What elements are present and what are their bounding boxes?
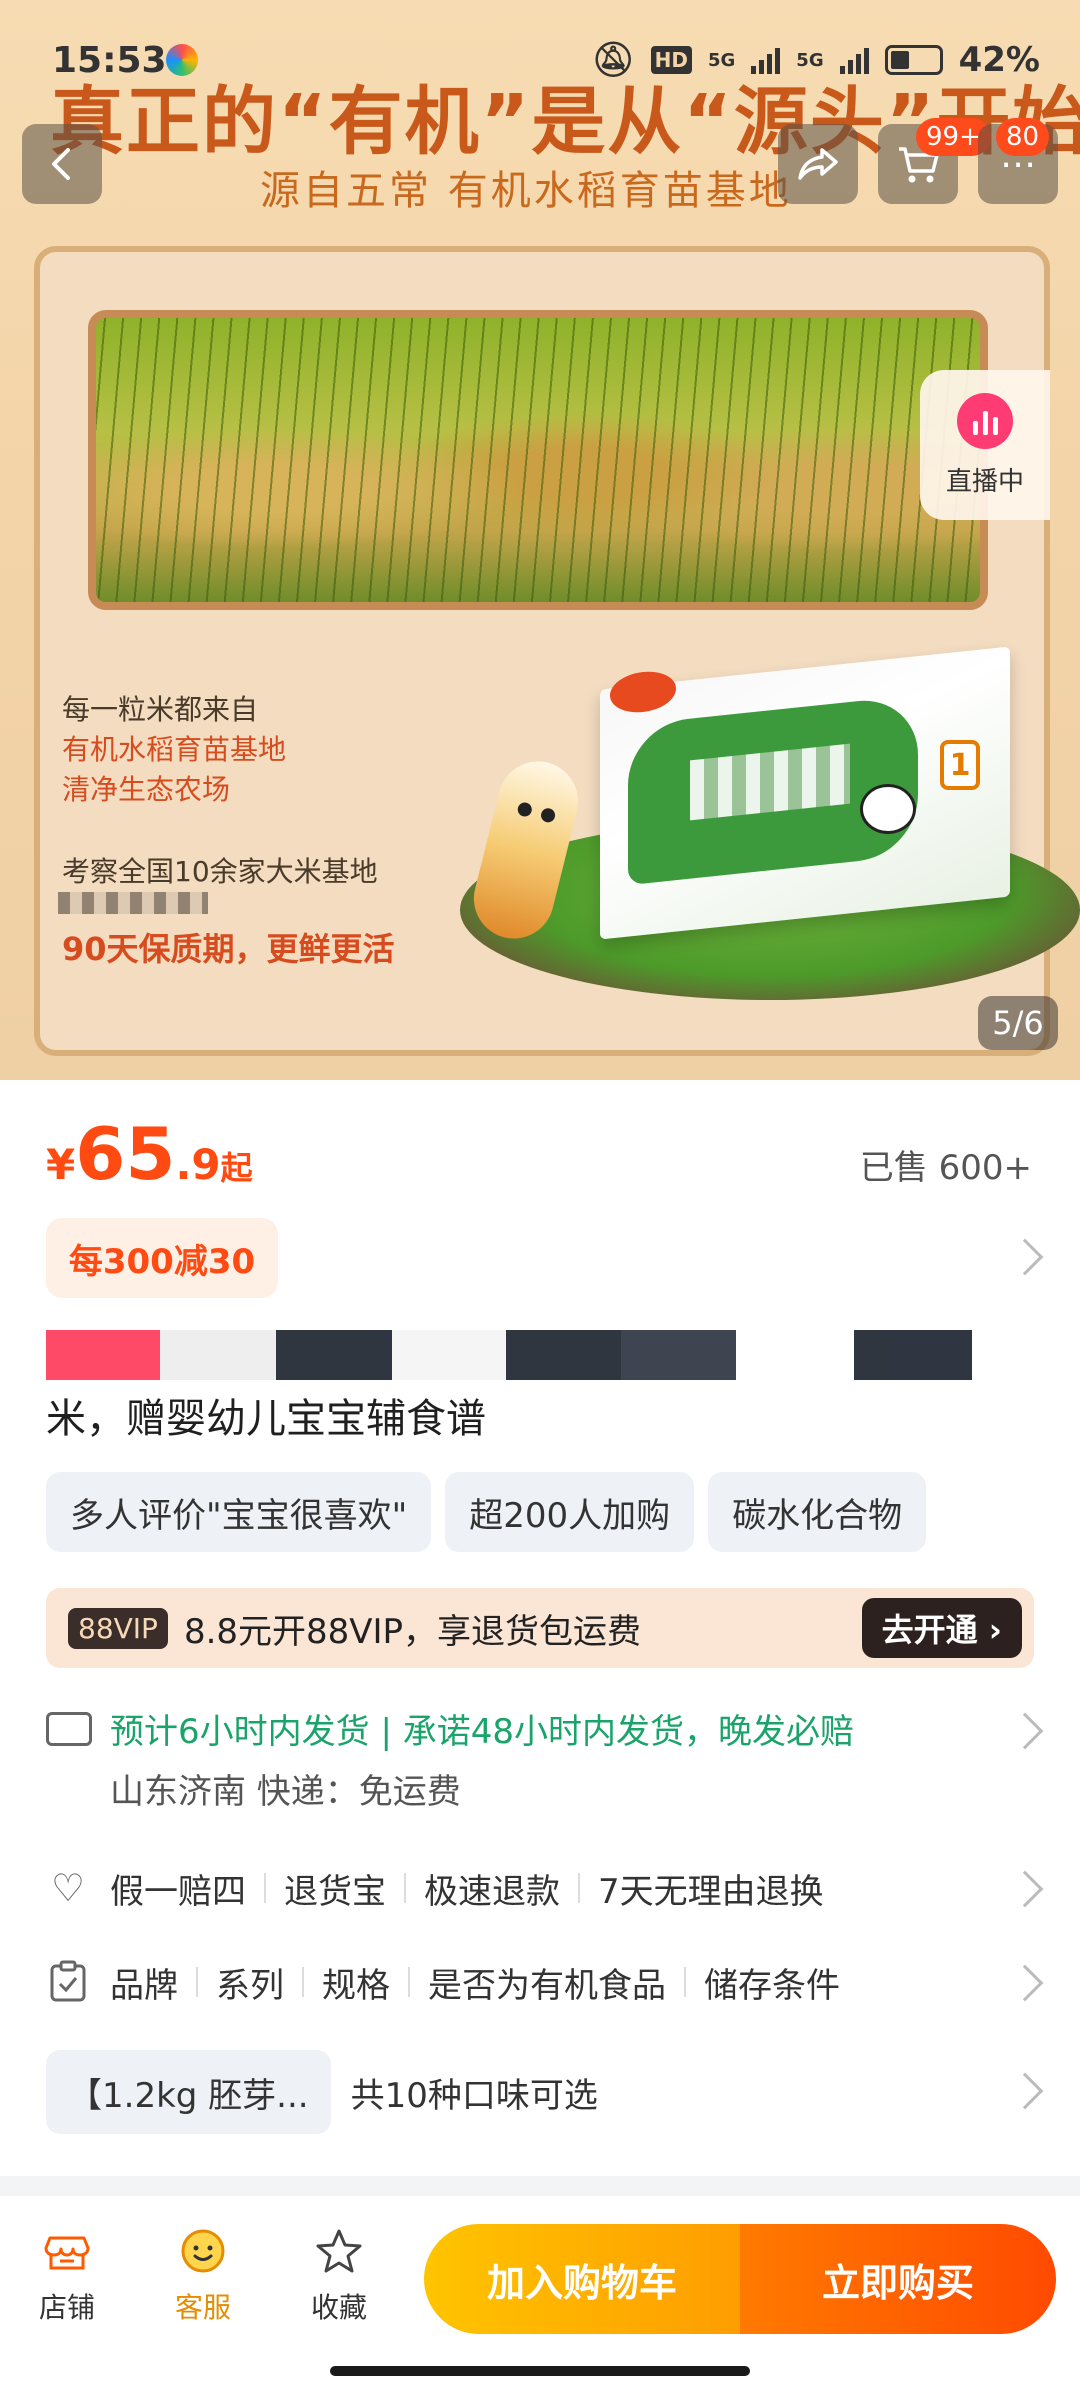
favorite-label: 收藏 (310, 2291, 367, 2324)
service-item: 7天无理由退换 (598, 1871, 824, 1912)
carousel-page-indicator: 5/6 (978, 996, 1058, 1050)
more-button[interactable]: ⋯ 80 (978, 118, 1058, 204)
redacted-text (58, 892, 208, 914)
tag-item[interactable]: 多人评价"宝宝很喜欢" (46, 1472, 432, 1552)
share-button[interactable] (778, 124, 858, 204)
message-count-badge: 80 (996, 118, 1050, 156)
hero-text-4: 考察全国10余家大米基地 (62, 855, 378, 888)
share-icon (798, 148, 838, 180)
favorite-button[interactable]: 收藏 (284, 2226, 394, 2326)
divider (404, 1873, 406, 1903)
shipping-origin: 山东济南 快递：免运费 (110, 1772, 461, 1812)
tag-item[interactable]: 超200人加购 (445, 1472, 695, 1552)
param-item: 系列 (216, 1965, 284, 2006)
review-tags: 多人评价"宝宝很喜欢" 超200人加购 碳水化合物 (46, 1472, 927, 1552)
store-icon (42, 2226, 92, 2276)
vip-banner[interactable]: 88VIP 8.8元开88VIP，享退货包运费 去开通 › (46, 1588, 1034, 1668)
customer-service-button[interactable]: 客服 (148, 2226, 258, 2326)
divider (264, 1873, 266, 1903)
product-detail-page: 15:53 🔕︎ HD 5G 5G 42% 真正的“有机”是从“源头”开始 源自… (0, 0, 1080, 2400)
divider (684, 1967, 686, 1997)
shipping-info[interactable]: 预计6小时内发货 | 承诺48小时内发货，晚发必赔 山东济南 快递：免运费 (46, 1704, 1034, 1824)
service-item: 退货宝 (284, 1871, 386, 1912)
chevron-left-icon (52, 148, 70, 180)
param-item: 规格 (322, 1965, 390, 2006)
hero-text-5: 90天保质期，更鲜更活 (62, 930, 395, 968)
redacted-product-title (46, 1330, 972, 1380)
heart-shield-icon: ♡ (50, 1866, 86, 1910)
cart-button[interactable]: 99+ (878, 118, 991, 204)
param-item: 品牌 (110, 1965, 178, 2006)
divider (302, 1967, 304, 1997)
bottom-action-bar: 店铺 客服 收藏 加入购物车 立即购买 (0, 2196, 1080, 2400)
vip-open-button[interactable]: 去开通 › (861, 1598, 1022, 1658)
price-integer: 65 (75, 1112, 176, 1196)
shipping-promise: 预计6小时内发货 | 承诺48小时内发货，晚发必赔 (110, 1712, 854, 1752)
service-guarantees[interactable]: ♡ 假一赔四 退货宝 极速退款 7天无理由退换 (46, 1858, 1034, 1918)
param-item: 是否为有机食品 (428, 1965, 666, 2006)
service-item: 极速退款 (424, 1871, 560, 1912)
clipboard-icon (46, 1960, 90, 2004)
divider (578, 1873, 580, 1903)
price: ¥65.9起 (46, 1112, 253, 1196)
vip-badge: 88VIP (68, 1607, 168, 1649)
hero-subline: 源自五常 有机水稻育苗基地 (260, 168, 792, 214)
mascot-eye (539, 806, 557, 824)
hero-text-1: 每一粒米都来自 (62, 693, 259, 726)
hero-text-3: 清净生态农场 (62, 773, 231, 806)
product-stage-number: 1 (940, 740, 980, 790)
divider (196, 1967, 198, 1997)
section-divider (0, 2176, 1080, 2196)
live-label: 直播中 (945, 466, 1024, 497)
divider (408, 1967, 410, 1997)
rice-field-image (88, 310, 988, 610)
currency-symbol: ¥ (46, 1140, 76, 1189)
chevron-right-icon[interactable] (1006, 1238, 1044, 1276)
coupon-badge[interactable]: 每300减30 (46, 1218, 278, 1298)
mascot-eye (516, 801, 534, 818)
buy-now-button[interactable]: 立即购买 (740, 2224, 1056, 2334)
price-decimal: .9 (175, 1140, 221, 1189)
variant-count: 共10种口味可选 (350, 2075, 598, 2116)
store-label: 店铺 (38, 2291, 95, 2324)
variant-selector[interactable]: 【1.2kg 胚芽... 共10种口味可选 (46, 2050, 1034, 2134)
live-icon (957, 392, 1013, 449)
live-stream-button[interactable]: 直播中 (920, 370, 1050, 520)
star-icon (314, 2226, 364, 2276)
tag-item[interactable]: 碳水化合物 (708, 1472, 927, 1552)
service-label: 客服 (174, 2291, 231, 2324)
vip-text: 8.8元开88VIP，享退货包运费 (183, 1611, 642, 1652)
panda-mascot (860, 784, 916, 834)
smile-chat-icon (178, 2226, 228, 2276)
product-image-carousel[interactable]: 15:53 🔕︎ HD 5G 5G 42% 真正的“有机”是从“源头”开始 源自… (0, 0, 1080, 1080)
store-button[interactable]: 店铺 (12, 2226, 122, 2326)
truck-icon (46, 1712, 92, 1746)
hero-text-2: 有机水稻育苗基地 (62, 733, 287, 766)
back-button[interactable] (22, 124, 102, 204)
home-indicator[interactable] (330, 2366, 750, 2376)
sold-count: 已售 600+ (859, 1148, 1032, 1188)
variant-chip[interactable]: 【1.2kg 胚芽... (46, 2050, 331, 2134)
param-item: 储存条件 (704, 1965, 840, 2006)
purchase-actions: 加入购物车 立即购买 (424, 2224, 1056, 2334)
product-params[interactable]: 品牌 系列 规格 是否为有机食品 储存条件 (46, 1952, 1034, 2012)
product-title: 米，赠婴幼儿宝宝辅食谱 (46, 1396, 486, 1442)
add-to-cart-button[interactable]: 加入购物车 (424, 2224, 740, 2334)
service-item: 假一赔四 (110, 1871, 246, 1912)
price-suffix: 起 (220, 1149, 253, 1187)
